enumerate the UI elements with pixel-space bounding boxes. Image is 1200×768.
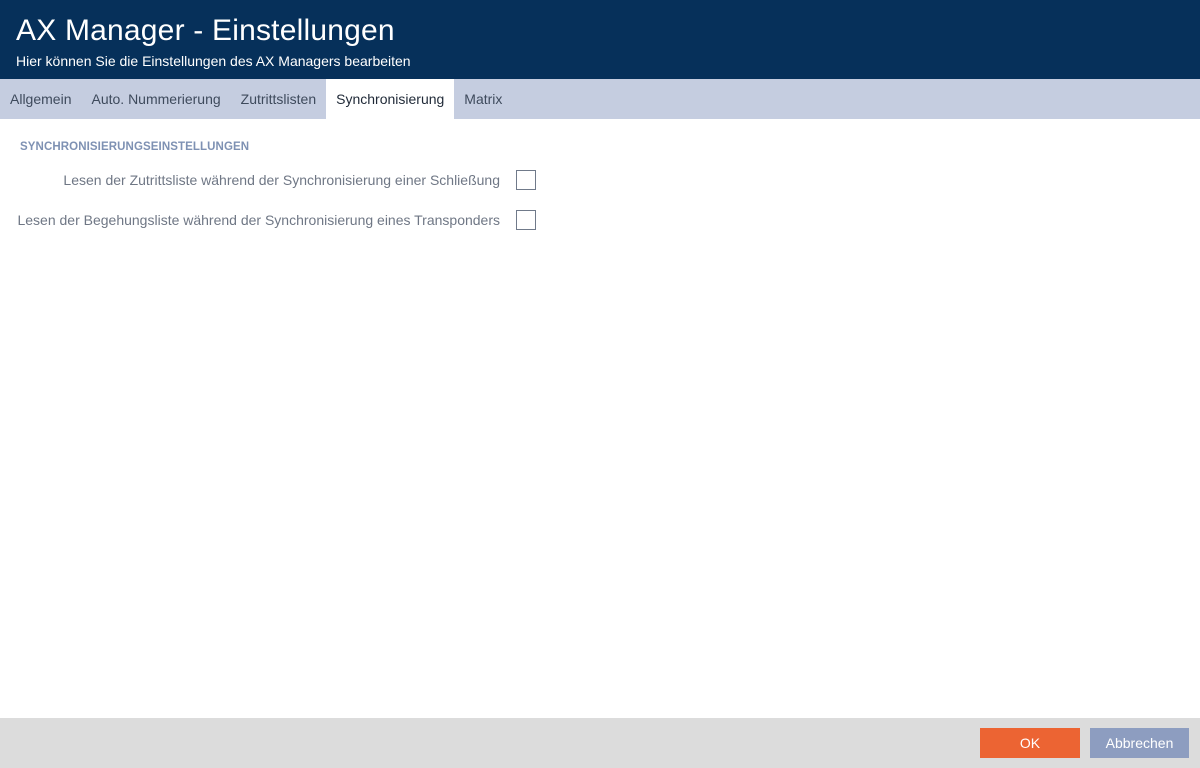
checkbox-zutrittsliste[interactable] bbox=[516, 170, 536, 190]
page-title: AX Manager - Einstellungen bbox=[16, 14, 395, 47]
tab-zutrittslisten[interactable]: Zutrittslisten bbox=[231, 79, 326, 119]
tab-auto-nummerierung[interactable]: Auto. Nummerierung bbox=[81, 79, 230, 119]
tab-bar: Allgemein Auto. Nummerierung Zutrittslis… bbox=[0, 79, 1200, 119]
page-subtitle: Hier können Sie die Einstellungen des AX… bbox=[16, 53, 411, 69]
tab-matrix[interactable]: Matrix bbox=[454, 79, 512, 119]
tab-synchronisierung[interactable]: Synchronisierung bbox=[326, 79, 455, 119]
ok-button[interactable]: OK bbox=[980, 728, 1080, 758]
window-header: AX Manager - Einstellungen Hier können S… bbox=[0, 0, 1200, 79]
setting-label-zutrittsliste: Lesen der Zutrittsliste während der Sync… bbox=[63, 172, 500, 188]
setting-row-begehungsliste: Lesen der Begehungsliste während der Syn… bbox=[0, 210, 560, 232]
section-title: SYNCHRONISIERUNGSEINSTELLUNGEN bbox=[20, 141, 250, 153]
footer-bar: OK Abbrechen bbox=[0, 718, 1200, 768]
checkbox-begehungsliste[interactable] bbox=[516, 210, 536, 230]
cancel-button[interactable]: Abbrechen bbox=[1090, 728, 1189, 758]
setting-row-zutrittsliste: Lesen der Zutrittsliste während der Sync… bbox=[0, 170, 560, 192]
tab-allgemein[interactable]: Allgemein bbox=[0, 79, 81, 119]
setting-label-begehungsliste: Lesen der Begehungsliste während der Syn… bbox=[17, 212, 500, 228]
